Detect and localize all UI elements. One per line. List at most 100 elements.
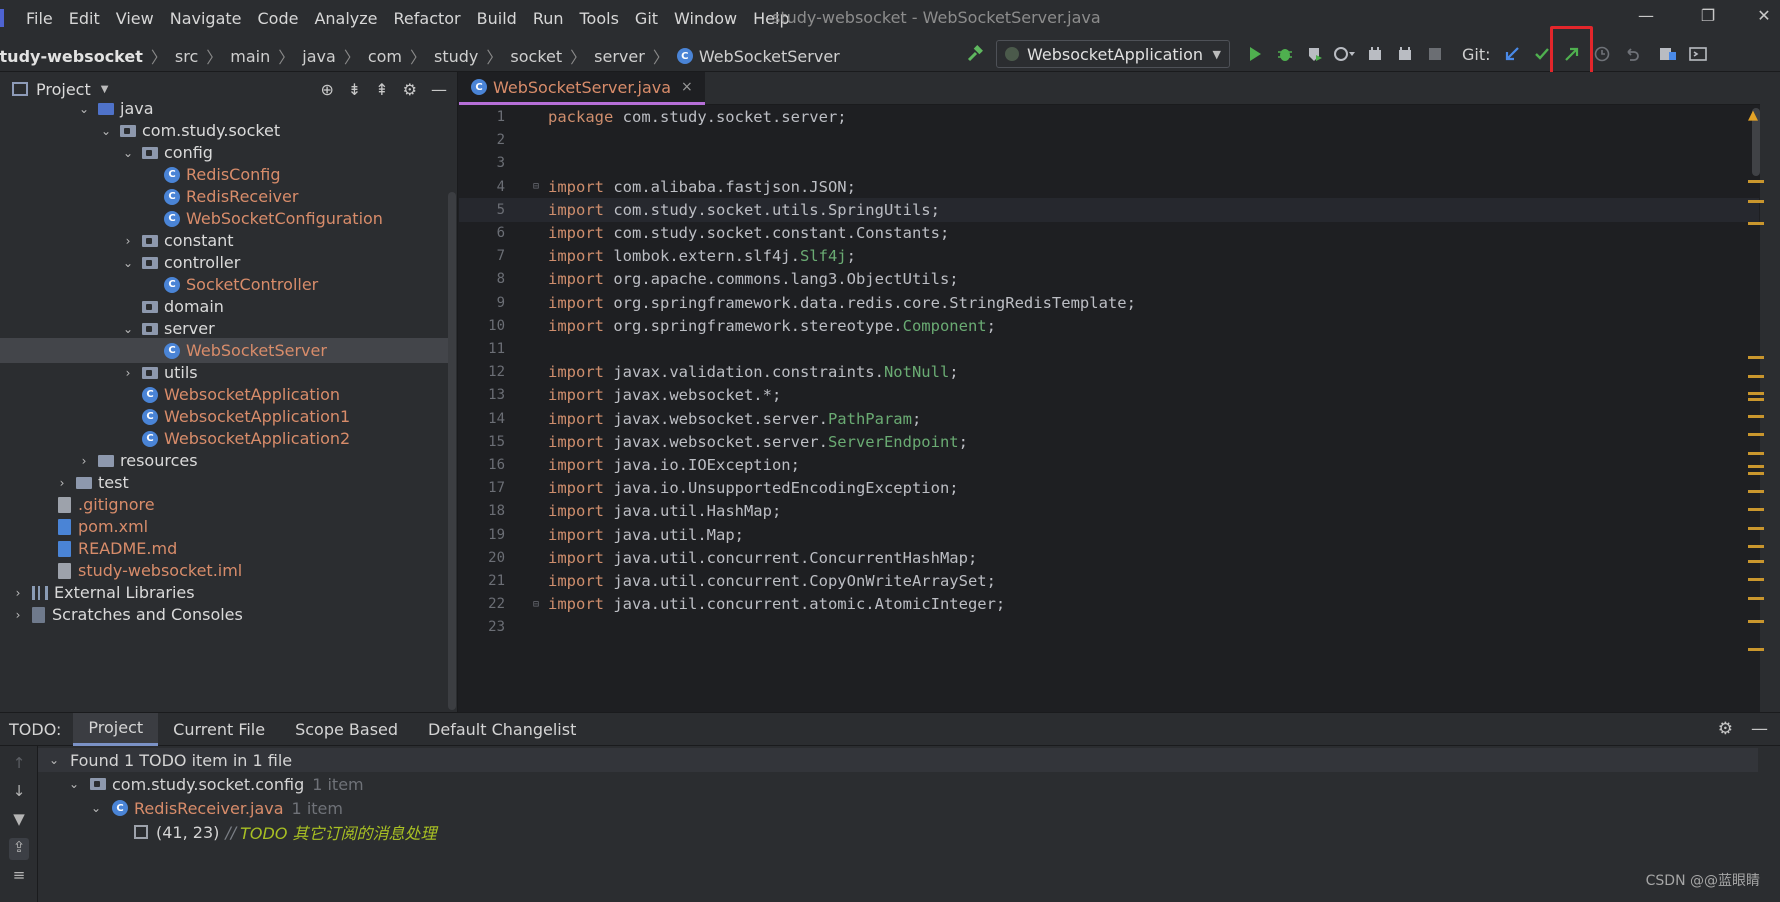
code-line[interactable]: 1 package com.study.socket.server;	[459, 105, 1759, 129]
error-stripe-marker[interactable]	[1748, 560, 1764, 563]
expand-all-icon[interactable]: ≡	[9, 866, 29, 888]
filter-icon[interactable]: ▼	[9, 810, 29, 832]
restore-button[interactable]: ❐	[1688, 6, 1728, 30]
fold-icon[interactable]: ⊟	[533, 599, 539, 610]
build-icon[interactable]	[1360, 40, 1390, 68]
close-icon[interactable]: ×	[681, 79, 693, 95]
error-stripe-marker[interactable]	[1748, 472, 1764, 475]
todo-summary-row[interactable]: ⌄ Found 1 TODO item in 1 file	[38, 748, 1758, 772]
breadcrumb-socket[interactable]: socket	[510, 47, 562, 66]
code-line[interactable]: 23	[459, 615, 1759, 639]
chevron-down-icon[interactable]: ⌄	[98, 124, 114, 138]
menu-navigate[interactable]: Navigate	[162, 9, 250, 28]
error-stripe-marker[interactable]	[1748, 356, 1764, 359]
code-line[interactable]: 18 import java.util.HashMap;	[459, 499, 1759, 523]
code-editor[interactable]: 1 package com.study.socket.server; 2 3 4 ⊟ imp…	[459, 105, 1759, 712]
code-line[interactable]: 19 import java.util.Map;	[459, 523, 1759, 547]
tab-current-file[interactable]: Current File	[158, 713, 280, 746]
debug-icon[interactable]	[1270, 40, 1300, 68]
chevron-right-icon[interactable]: ›	[76, 454, 92, 468]
fold-icon[interactable]: ⊟	[533, 181, 539, 192]
minimize-button[interactable]: —	[1626, 6, 1666, 30]
code-line[interactable]: 13 import javax.websocket.*;	[459, 383, 1759, 407]
error-stripe-marker[interactable]	[1748, 452, 1764, 455]
menu-build[interactable]: Build	[469, 9, 525, 28]
rollback-icon[interactable]	[1617, 40, 1647, 68]
todo-package-row[interactable]: ⌄ com.study.socket.config 1 item	[66, 772, 364, 796]
arrow-up-icon[interactable]: ↑	[9, 754, 29, 776]
chevron-down-icon[interactable]: ⌄	[46, 753, 62, 767]
menu-git[interactable]: Git	[627, 9, 666, 28]
error-stripe-marker[interactable]	[1748, 415, 1764, 418]
breadcrumb-project[interactable]: study-websocket	[0, 47, 143, 66]
code-line[interactable]: 3	[459, 151, 1759, 175]
menu-tools[interactable]: Tools	[572, 9, 627, 28]
code-line[interactable]: 20 import java.util.concurrent.Concurrent…	[459, 546, 1759, 570]
code-line[interactable]: 15 import javax.websocket.server.ServerEn…	[459, 430, 1759, 454]
error-stripe-marker[interactable]	[1748, 508, 1764, 511]
menu-code[interactable]: Code	[250, 9, 307, 28]
code-line[interactable]: 11	[459, 337, 1759, 361]
code-line[interactable]: 10 import org.springframework.stereotype.…	[459, 314, 1759, 338]
close-window-button[interactable]: ✕	[1744, 6, 1780, 30]
error-stripe-marker[interactable]	[1748, 222, 1764, 225]
menu-window[interactable]: Window	[666, 9, 745, 28]
rebuild-icon[interactable]	[1390, 40, 1420, 68]
menu-run[interactable]: Run	[525, 9, 572, 28]
code-line[interactable]: 16 import java.io.IOException;	[459, 453, 1759, 477]
chevron-right-icon[interactable]: ›	[120, 234, 136, 248]
code-line[interactable]: 17 import java.io.UnsupportedEncodingExce…	[459, 476, 1759, 500]
warning-icon[interactable]: ▲	[1748, 108, 1758, 123]
terminal-icon[interactable]	[1683, 40, 1713, 68]
chevron-down-icon[interactable]: ⌄	[120, 146, 136, 160]
gear-icon[interactable]: ⚙	[1718, 719, 1733, 739]
tab-default-changelist[interactable]: Default Changelist	[413, 713, 591, 746]
error-stripe-marker[interactable]	[1748, 620, 1764, 623]
git-update-icon[interactable]	[1497, 40, 1527, 68]
code-line[interactable]: 8 import org.apache.commons.lang3.ObjectU…	[459, 267, 1759, 291]
menu-view[interactable]: View	[108, 9, 162, 28]
menu-refactor[interactable]: Refactor	[386, 9, 469, 28]
error-stripe-marker[interactable]	[1748, 375, 1764, 378]
menu-analyze[interactable]: Analyze	[306, 9, 385, 28]
tree-item-scratches[interactable]: › Scratches and Consoles	[0, 602, 450, 627]
chevron-right-icon[interactable]: ›	[54, 476, 70, 490]
chevron-down-icon[interactable]: ▼	[101, 84, 109, 95]
run-configuration-select[interactable]: WebsocketApplication ▼	[996, 40, 1230, 68]
error-stripe-marker[interactable]	[1748, 597, 1764, 600]
chevron-down-icon[interactable]: ⌄	[76, 102, 92, 116]
project-scrollbar[interactable]	[448, 192, 456, 710]
coverage-icon[interactable]	[1300, 40, 1330, 68]
todo-item-row[interactable]: (41, 23) // TODO 其它订阅的消息处理	[134, 820, 437, 844]
error-stripe-marker[interactable]	[1748, 465, 1764, 468]
tab-project[interactable]: Project	[73, 712, 159, 746]
code-line[interactable]: 22 ⊟ import java.util.concurrent.atomic.At…	[459, 592, 1759, 616]
error-stripe-marker[interactable]	[1748, 180, 1764, 183]
breadcrumb-com[interactable]: com	[368, 47, 402, 66]
breadcrumb-main[interactable]: main	[230, 47, 270, 66]
chevron-down-icon[interactable]: ⌄	[66, 777, 82, 791]
error-stripe-marker[interactable]	[1748, 392, 1764, 395]
breadcrumb-java[interactable]: java	[302, 47, 336, 66]
profile-icon[interactable]	[1330, 40, 1360, 68]
chevron-down-icon[interactable]: ⌄	[120, 322, 136, 336]
stop-icon[interactable]	[1420, 40, 1450, 68]
menu-edit[interactable]: Edit	[61, 9, 108, 28]
breadcrumb-study[interactable]: study	[434, 47, 478, 66]
menu-file[interactable]: File	[18, 9, 61, 28]
breadcrumb-src[interactable]: src	[175, 47, 198, 66]
code-line[interactable]: 9 import org.springframework.data.redis.c…	[459, 291, 1759, 315]
todo-file-row[interactable]: ⌄ C RedisReceiver.java 1 item	[88, 796, 343, 820]
arrow-down-icon[interactable]: ↓	[9, 782, 29, 804]
code-line[interactable]: 14 import javax.websocket.server.PathPara…	[459, 407, 1759, 431]
error-stripe-marker[interactable]	[1748, 578, 1764, 581]
code-line[interactable]: 5 import com.study.socket.utils.SpringUti…	[459, 197, 1759, 222]
run-icon[interactable]	[1240, 40, 1270, 68]
error-stripe-marker[interactable]	[1748, 200, 1764, 203]
code-line[interactable]: 2	[459, 128, 1759, 152]
error-stripe-marker[interactable]	[1748, 545, 1764, 548]
code-line[interactable]: 4 ⊟ import com.alibaba.fastjson.JSON;	[459, 175, 1759, 199]
code-line[interactable]: 7 import lombok.extern.slf4j.Slf4j;	[459, 244, 1759, 268]
chevron-right-icon[interactable]: ›	[10, 608, 26, 622]
chevron-right-icon[interactable]: ›	[10, 586, 26, 600]
